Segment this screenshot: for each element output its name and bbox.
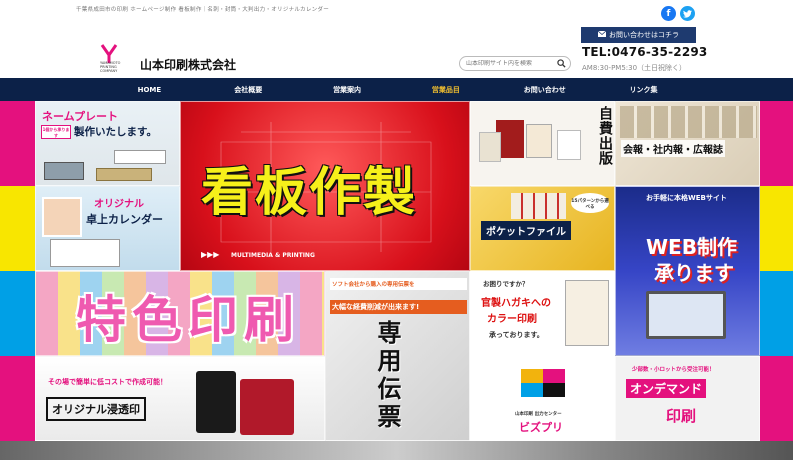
tile-web[interactable]: お手軽に本格WEBサイト WEB制作 承ります — [615, 186, 760, 356]
nav-item-links[interactable]: リンク集 — [594, 78, 693, 101]
web-title-2: 承ります — [654, 261, 734, 285]
kanban-arrow-icon: ▶▶▶ — [201, 250, 220, 259]
bottom-photo-strip — [0, 441, 793, 460]
nameplate-sample-3 — [44, 162, 84, 180]
stamp-red — [240, 379, 294, 435]
nav-item-company[interactable]: 会社概要 — [199, 78, 298, 101]
twitter-icon[interactable] — [680, 6, 695, 21]
ondemand-title-2: 印刷 — [666, 407, 697, 425]
calendar-sample — [50, 239, 120, 267]
business-hours: AM8:30-PM5:30（土日祝除く） — [582, 64, 687, 72]
jihi-title: 自費出版 — [597, 106, 613, 166]
tile-calendar[interactable]: オリジナル 卓上カレンダー — [35, 186, 180, 271]
site-search — [459, 56, 571, 71]
kaihou-title: 会報・社内報・広報誌 — [621, 140, 725, 157]
hagaki-title-1: 官製ハガキへの — [481, 298, 551, 309]
tile-tokushoku[interactable]: 特色印刷 — [35, 271, 325, 356]
book-sample-4 — [557, 130, 581, 160]
search-input[interactable] — [466, 60, 556, 67]
nav-item-products[interactable]: 営業品目 — [396, 78, 495, 101]
monitor-image — [646, 291, 726, 339]
pocket-badge: 15パターンから選べる — [571, 193, 609, 213]
hagaki-title-2: カラー印刷 — [487, 314, 537, 325]
book-sample-3 — [479, 132, 501, 162]
logo-subtext: YAMAMOTO PRINTING COMPANY — [100, 61, 121, 73]
company-name: 山本印刷株式会社 — [140, 58, 237, 72]
senyou-note-2: 大幅な経費削減が出来ます! — [330, 300, 467, 314]
pocket-file-samples — [511, 193, 566, 219]
bizpri-subtitle: 山本印刷 出力センター — [515, 412, 562, 417]
site-tagline: 千葉県成田市の印刷 ホームページ制作 看板制作｜名刺・封筒・大判出力・オリジナル… — [76, 7, 330, 13]
tile-senyou-denpyou[interactable]: ソフト会社から購入の専用伝票を 大幅な経費削減が出来ます! 専用伝票 — [325, 271, 470, 441]
tokushoku-title: 特色印刷 — [76, 291, 300, 349]
book-sample-2 — [526, 124, 552, 158]
hagaki-card-image — [565, 280, 609, 346]
logo-mark-icon: YAMAMOTO PRINTING COMPANY — [100, 44, 134, 74]
kaihou-magazines — [620, 106, 757, 138]
nameplate-badge: 1個から承ります — [41, 125, 71, 139]
nameplate-title-2: 製作いたします。 — [74, 126, 157, 138]
pocket-title: ポケットファイル — [481, 221, 571, 240]
contact-button-label: お問い合わせはコチラ — [609, 31, 679, 39]
tile-kaihou[interactable]: 会報・社内報・広報誌 — [615, 101, 760, 186]
senyou-note-1: ソフト会社から購入の専用伝票を — [330, 278, 467, 290]
stamp-black — [196, 371, 236, 433]
page: 千葉県成田市の印刷 ホームページ制作 看板制作｜名刺・封筒・大判出力・オリジナル… — [0, 0, 793, 460]
tile-shintou-in[interactable]: その場で簡単に低コストで作成可能！ オリジナル浸透印 — [35, 356, 325, 441]
hagaki-title-3: 承っております。 — [489, 331, 544, 339]
hagaki-question: お困りですか？ — [483, 280, 529, 288]
web-title-1: WEB制作 — [646, 235, 737, 259]
search-icon[interactable] — [556, 59, 566, 69]
senyou-title: 専用伝票 — [373, 320, 401, 432]
tile-kanban[interactable]: 看板作製 ▶▶▶ MULTIMEDIA & PRINTING — [180, 101, 470, 271]
nameplate-sample-2 — [96, 168, 152, 181]
nav-item-home[interactable]: HOME — [100, 78, 199, 101]
calendar-title-1: オリジナル — [94, 199, 144, 210]
bizpri-logo-icon — [521, 369, 565, 399]
web-note: お手軽に本格WEBサイト — [646, 194, 727, 202]
tile-nameplate[interactable]: ネームプレート 製作いたします。 1個から承ります — [35, 101, 180, 186]
tile-bizpri[interactable]: 山本印刷 出力センター ビズプリ — [470, 356, 615, 441]
shintou-note: その場で簡単に低コストで作成可能！ — [48, 378, 167, 386]
nav-item-business[interactable]: 営業案内 — [298, 78, 397, 101]
nav-item-contact[interactable]: お問い合わせ — [495, 78, 594, 101]
tile-pocket-file[interactable]: 15パターンから選べる ポケットファイル — [470, 186, 615, 271]
site-logo[interactable]: YAMAMOTO PRINTING COMPANY 山本印刷株式会社 — [100, 44, 236, 74]
tile-hagaki[interactable]: お困りですか？ 官製ハガキへの カラー印刷 承っております。 — [470, 271, 615, 356]
tile-ondemand[interactable]: 少部数・小ロットから受注可能！ オンデマンド 印刷 — [615, 356, 760, 441]
kanban-title: 看板作製 — [201, 163, 418, 223]
kanban-subtitle: MULTIMEDIA & PRINTING — [231, 252, 315, 259]
calendar-photo — [42, 197, 82, 237]
mail-icon — [597, 30, 607, 39]
social-links: f — [661, 6, 695, 21]
bizpri-title: ビズプリ — [519, 421, 563, 434]
calendar-title-2: 卓上カレンダー — [86, 213, 163, 226]
main-nav: HOME 会社概要 営業案内 営業品目 お問い合わせ リンク集 — [0, 78, 793, 101]
phone-number: TEL:0476-35-2293 — [582, 45, 708, 59]
ondemand-title-1: オンデマンド — [626, 379, 707, 398]
facebook-icon[interactable]: f — [661, 6, 676, 21]
contact-button[interactable]: お問い合わせはコチラ — [581, 27, 696, 43]
shintou-title: オリジナル浸透印 — [46, 397, 146, 421]
nameplate-sample-1 — [114, 150, 166, 164]
ondemand-note: 少部数・小ロットから受注可能！ — [632, 367, 715, 373]
nameplate-title-1: ネームプレート — [42, 110, 119, 123]
tile-jihi-shuppan[interactable]: 自費出版 — [470, 101, 615, 186]
